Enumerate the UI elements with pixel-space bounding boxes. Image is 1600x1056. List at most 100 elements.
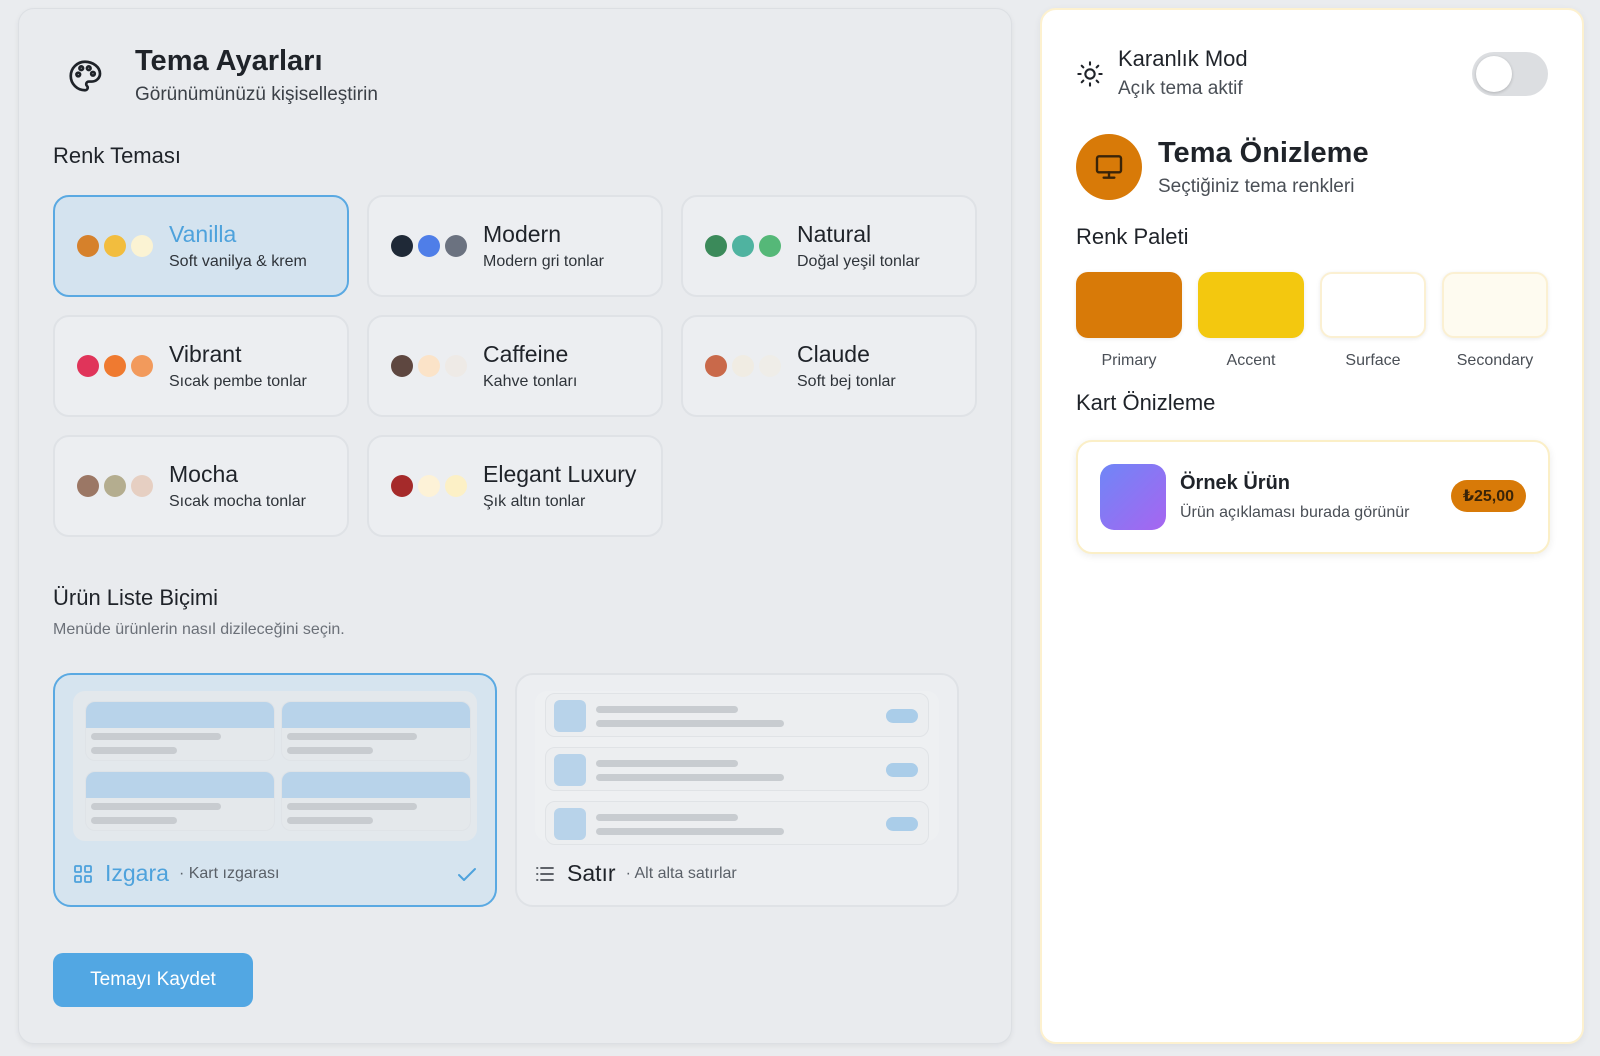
theme-color-dot [131,235,153,257]
theme-preview-panel: Karanlık Mod Açık tema aktif Tema Önizle… [1040,8,1584,1044]
theme-color-dot [418,475,440,497]
list-format-description: Menüde ürünlerin nasıl dizileceğini seçi… [53,621,345,638]
preview-subtitle: Seçtiğiniz tema renkleri [1158,175,1355,197]
theme-color-dot [77,235,99,257]
theme-color-dot [104,475,126,497]
theme-description: Şık altın tonlar [483,493,586,510]
theme-name: Claude [797,341,870,367]
palette-color-block [1442,272,1548,338]
theme-option-vanilla[interactable]: Vanilla Soft vanilya & krem [53,195,349,297]
theme-name: Vibrant [169,341,242,367]
theme-color-dot [391,235,413,257]
theme-color-dots [705,235,797,257]
theme-color-dot [445,475,467,497]
toggle-knob [1476,56,1512,92]
row-layout-label: Satır · Alt alta satırlar [535,860,737,887]
product-name: Örnek Ürün [1180,472,1291,494]
theme-color-dots [391,475,483,497]
layout-option-grid[interactable]: Izgara · Kart ızgarası [53,673,497,907]
product-image [1100,464,1166,530]
theme-color-dot [77,475,99,497]
list-icon [536,866,554,881]
theme-text: Modern Modern gri tonlar [483,221,604,271]
row-preview [535,691,939,845]
theme-color-dot [759,235,781,257]
palette-label: Accent [1226,352,1276,369]
product-description: Ürün açıklaması burada görünür [1180,504,1410,521]
palette-color-block [1320,272,1426,338]
card-preview-heading: Kart Önizleme [1076,390,1216,415]
dark-mode-row: Karanlık Mod Açık tema aktif [1076,44,1548,104]
theme-settings-panel: Tema Ayarları Görünümünüzü kişiselleştir… [18,8,1012,1044]
palette-swatch-accent: Accent [1198,272,1304,370]
theme-text: Claude Soft bej tonlar [797,341,896,391]
palette-swatch-primary: Primary [1076,272,1182,370]
theme-color-dot [391,355,413,377]
row-preview-item [545,747,929,791]
theme-color-dot [104,235,126,257]
theme-option-claude[interactable]: Claude Soft bej tonlar [681,315,977,417]
row-layout-name: Satır [567,860,616,886]
theme-color-dots [77,355,169,377]
theme-text: Mocha Sıcak mocha tonlar [169,461,306,511]
palette-icon [69,59,102,92]
theme-option-vibrant[interactable]: Vibrant Sıcak pembe tonlar [53,315,349,417]
palette-swatch-surface: Surface [1320,272,1426,370]
palette-heading: Renk Paleti [1076,224,1189,249]
theme-description: Soft vanilya & krem [169,253,307,270]
grid-layout-name: Izgara [105,860,169,886]
theme-option-natural[interactable]: Natural Doğal yeşil tonlar [681,195,977,297]
settings-header: Tema Ayarları Görünümünüzü kişiselleştir… [67,45,378,106]
theme-color-dot [705,355,727,377]
theme-description: Doğal yeşil tonlar [797,253,920,270]
theme-option-mocha[interactable]: Mocha Sıcak mocha tonlar [53,435,349,537]
theme-option-modern[interactable]: Modern Modern gri tonlar [367,195,663,297]
palette-color-block [1198,272,1304,338]
theme-option-elegant-luxury[interactable]: Elegant Luxury Şık altın tonlar [367,435,663,537]
theme-text: Elegant Luxury Şık altın tonlar [483,461,636,511]
theme-color-dot [445,355,467,377]
theme-name: Natural [797,221,872,247]
palette-label: Primary [1101,352,1157,369]
check-icon [458,868,476,881]
color-theme-heading: Renk Teması [53,143,181,168]
row-preview-item [545,801,929,845]
palette-swatch-secondary: Secondary [1442,272,1548,370]
grid-layout-label: Izgara · Kart ızgarası [73,860,279,887]
theme-name: Mocha [169,461,239,487]
theme-description: Sıcak mocha tonlar [169,493,306,510]
theme-color-dots [77,235,169,257]
save-theme-button[interactable]: Temayı Kaydet [53,953,253,1007]
theme-color-dot [732,235,754,257]
theme-name: Modern [483,221,561,247]
theme-color-dots [391,235,483,257]
preview-title: Tema Önizleme [1158,136,1369,169]
theme-option-caffeine[interactable]: Caffeine Kahve tonları [367,315,663,417]
page-title: Tema Ayarları [135,45,323,77]
theme-color-dot [131,355,153,377]
layout-option-row[interactable]: Satır · Alt alta satırlar [515,673,959,907]
theme-name: Vanilla [169,221,237,247]
dark-mode-status: Açık tema aktif [1118,78,1243,99]
dark-mode-toggle[interactable] [1472,52,1548,96]
theme-color-dots [705,355,797,377]
theme-color-dot [104,355,126,377]
product-card-preview: Örnek Ürün Ürün açıklaması burada görünü… [1076,440,1550,554]
theme-description: Soft bej tonlar [797,373,896,390]
theme-name: Caffeine [483,341,569,367]
theme-color-dot [418,355,440,377]
dark-mode-title: Karanlık Mod [1118,46,1248,71]
grid-layout-desc: · Kart ızgarası [178,864,280,882]
price-badge: ₺25,00 [1450,480,1526,512]
row-layout-desc: · Alt alta satırlar [625,864,737,882]
theme-text: Vanilla Soft vanilya & krem [169,221,307,271]
theme-description: Modern gri tonlar [483,253,604,270]
theme-text: Natural Doğal yeşil tonlar [797,221,920,271]
theme-color-dot [418,235,440,257]
monitor-icon [1095,155,1123,179]
theme-color-dot [77,355,99,377]
theme-color-dot [759,355,781,377]
theme-text: Vibrant Sıcak pembe tonlar [169,341,307,391]
theme-color-dot [732,355,754,377]
row-preview-item [545,693,929,737]
